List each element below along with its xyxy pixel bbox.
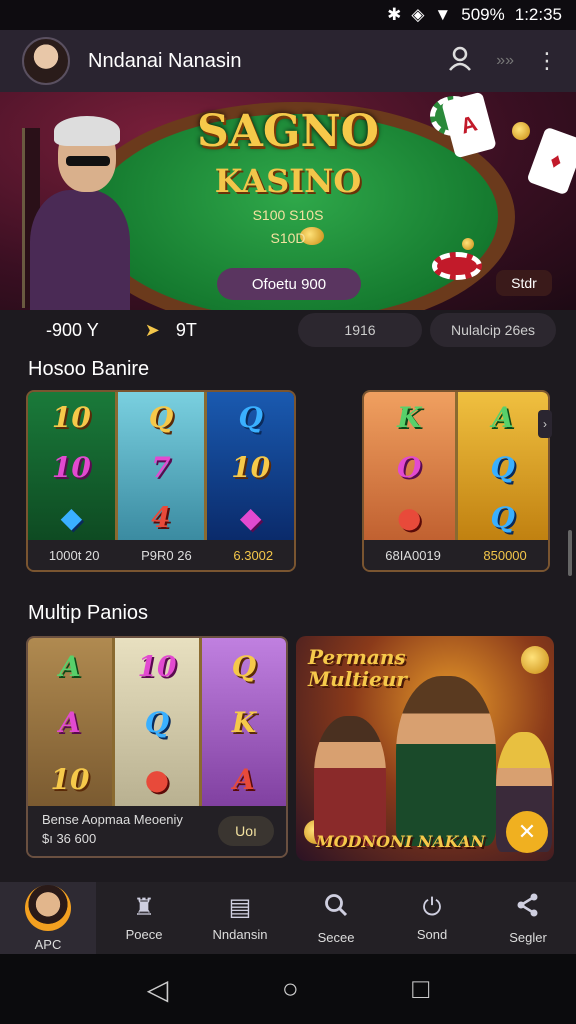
hero-cta-button[interactable]: Ofoetu 900 [217,268,361,300]
hero-banner[interactable]: ♦ A SAGNO KASINO S100 S10S S10D Ofoetu 9… [0,92,576,310]
stats-row: -900 Υ ➤ 9T 1916 Nulalcip 26es [22,311,558,349]
promo-title: Permans Multieur [308,645,407,691]
slot-stat: 850000 [483,547,527,563]
battery-level: ​509% [461,5,505,24]
nav-item-nndansin[interactable]: ▤ Nndansin [192,882,288,954]
character-illustration [396,676,496,846]
slot-reels: 10 10 ◆ Q74 Q 10 ◆ [28,392,294,542]
recents-icon[interactable]: □ [412,973,429,1005]
slot-reels: K O ● AQQ [364,392,548,542]
poker-chip-icon [432,252,482,280]
status-bar: ✱ ◈ ▼ ​509% 1:2:35 [0,0,576,30]
casino-building-icon: ▤ [228,893,252,921]
slot-reels: A A 10 10 Q ● QKA [28,638,286,808]
nav-item-poece[interactable]: ♜ Poece [96,882,192,954]
slot-stat: P9R0 26 [141,547,192,563]
power-icon: ⏻ [422,893,442,921]
promo-caption: MODNONI NAKAN [316,832,486,851]
nav-label: Secee [317,929,355,945]
promo-banner[interactable]: Permans Multieur MODNONI NAKAN ✕ [296,636,554,861]
hero-tag-button[interactable]: Stdr [496,270,552,296]
nav-label: Nndansin [212,926,268,942]
app-header: Nndanai Nanasin »» ⋮ [0,30,576,92]
nav-label: Segler [509,929,547,945]
nav-label: APC [34,936,62,952]
slot-stat: 68IA0019 [385,547,441,563]
avatar[interactable] [22,37,70,85]
stat-pill[interactable]: Nulalcip 26es [430,313,556,347]
points-value: 9T [175,319,197,340]
castle-icon: ♜ [133,893,155,921]
slot-stat: 6.3002 [233,547,274,563]
bottom-nav: APC ♜ Poece ▤ Nndansin Secee ⏻ Sond Segl… [0,882,576,954]
balance-value: -900 Υ [46,319,99,340]
forward-icon[interactable]: »» [496,52,514,70]
slot-footer: 1000t 20 P9R0 26 6.3002 [28,540,294,570]
slot-stat: 1000t 20 [48,547,100,563]
slot-footer: 68IA0019 850000 [364,540,548,570]
card-footer: Bense Aopmaa Meoeniy $ı 36 600 Uoı [28,806,286,856]
hero-jackpot-line: S100 S10S [252,207,324,223]
hero-jackpot-line: S10D [270,230,306,246]
section-title: Multip Panios [28,602,149,624]
scrollbar[interactable] [568,530,572,576]
carousel-next-button[interactable]: › [538,410,552,438]
close-icon[interactable]: ✕ [506,811,548,853]
wifi-icon: ▼ [434,5,452,24]
profile-icon[interactable] [446,44,474,78]
avatar [25,884,71,931]
clock: 1:2:35 [514,5,562,24]
home-icon[interactable]: ○ [282,973,299,1005]
nav-label: Poece [125,926,163,942]
stat-pill[interactable]: 1916 [298,313,422,347]
page-title: Nndanai Nanasin [88,49,242,72]
hero-title: SAGNO [196,106,380,157]
nav-label: Sond [416,926,448,942]
play-button[interactable]: Uoı [218,816,274,846]
vibrate-icon: ◈ [411,5,425,24]
coin-icon [521,646,549,674]
character-illustration [314,716,386,846]
nav-item-sond[interactable]: ⏻ Sond [384,882,480,954]
nav-item-secee[interactable]: Secee [288,882,384,954]
share-icon [515,892,541,924]
play-icon: ➤ [144,319,160,340]
more-menu-icon[interactable]: ⋮ [536,48,558,74]
nav-item-segler[interactable]: Segler [480,882,576,954]
back-icon[interactable]: ◁ [147,973,169,1006]
system-nav-bar: ◁ ○ □ [0,954,576,1024]
balance-display: -900 Υ ➤ 9T [22,313,304,347]
section-title: Hosoo Banire [28,358,150,380]
slot-game-card[interactable]: K O ● AQQ 68IA0019 850000 [362,390,550,572]
hero-subtitle: KASINO [214,162,362,200]
multiplayer-game-card[interactable]: A A 10 10 Q ● QKA Bense Aopmaa Meoeniy $ı 36… [26,636,288,858]
search-icon [323,892,349,924]
bluetooth-icon: ✱ [387,5,402,24]
slot-game-card[interactable]: 10 10 ◆ Q74 Q 10 ◆ 1000t 20 P9R0 26 6.3002 [26,390,296,572]
nav-item-apc[interactable]: APC [0,882,96,954]
